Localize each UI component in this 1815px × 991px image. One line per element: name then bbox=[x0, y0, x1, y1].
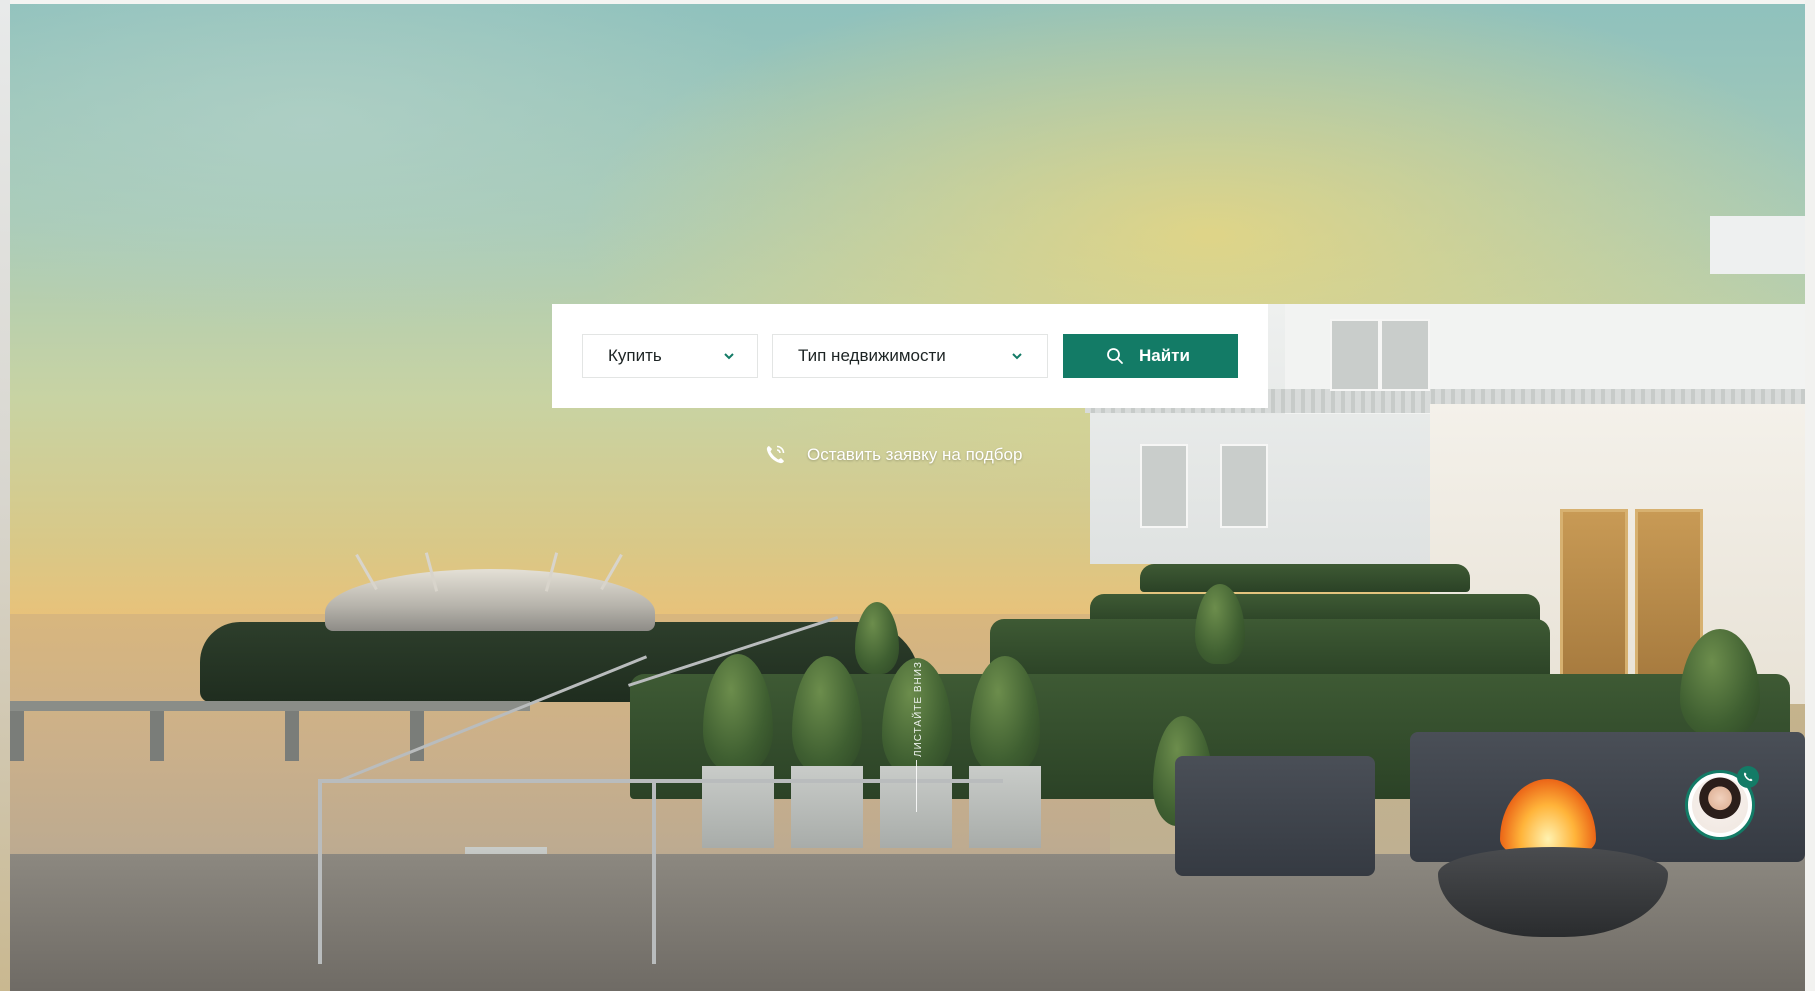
railing bbox=[318, 779, 1003, 783]
deal-type-select[interactable]: Купить bbox=[582, 334, 758, 378]
consultant-call-button[interactable] bbox=[1737, 766, 1759, 788]
search-icon bbox=[1107, 348, 1123, 364]
building-window bbox=[1140, 444, 1188, 528]
property-type-value: Тип недвижимости bbox=[798, 346, 946, 365]
page: Купить Тип недвижимости Найти Оставить з bbox=[0, 0, 1815, 991]
chevron-down-icon bbox=[724, 353, 734, 360]
building-window bbox=[1220, 444, 1268, 528]
right-edge bbox=[1805, 0, 1815, 991]
building-top bbox=[1710, 216, 1805, 274]
railing-post bbox=[318, 779, 322, 964]
phone-badge-icon bbox=[1743, 772, 1753, 782]
bridge-pillar bbox=[285, 711, 299, 761]
hedge-terrace bbox=[1140, 564, 1470, 592]
bridge-pillar bbox=[410, 711, 424, 761]
building-window bbox=[1330, 319, 1380, 391]
find-button[interactable]: Найти bbox=[1063, 334, 1238, 378]
bridge-pillar bbox=[10, 711, 24, 761]
building-window bbox=[1380, 319, 1430, 391]
bridge-pillar bbox=[150, 711, 164, 761]
left-edge bbox=[0, 0, 10, 991]
request-selection-label: Оставить заявку на подбор bbox=[807, 445, 1023, 464]
deal-type-value: Купить bbox=[608, 346, 662, 365]
hero-background bbox=[10, 4, 1805, 991]
scroll-hint-line bbox=[916, 760, 917, 812]
find-button-label: Найти bbox=[1139, 346, 1190, 365]
phone-icon bbox=[766, 445, 785, 464]
building-door bbox=[1560, 509, 1628, 685]
consultant-avatar bbox=[1692, 777, 1748, 833]
hedge-terrace bbox=[990, 619, 1550, 679]
railing-post bbox=[652, 779, 656, 964]
bridge bbox=[10, 701, 530, 711]
armchair bbox=[1175, 756, 1375, 876]
search-panel: Купить Тип недвижимости Найти bbox=[552, 304, 1268, 408]
scroll-hint-label: ЛИСТАЙТЕ ВНИЗ bbox=[913, 661, 924, 757]
property-type-select[interactable]: Тип недвижимости bbox=[772, 334, 1048, 378]
topiary bbox=[855, 602, 899, 674]
scroll-hint: ЛИСТАЙТЕ ВНИЗ bbox=[909, 632, 925, 812]
chevron-down-icon bbox=[1012, 353, 1022, 360]
